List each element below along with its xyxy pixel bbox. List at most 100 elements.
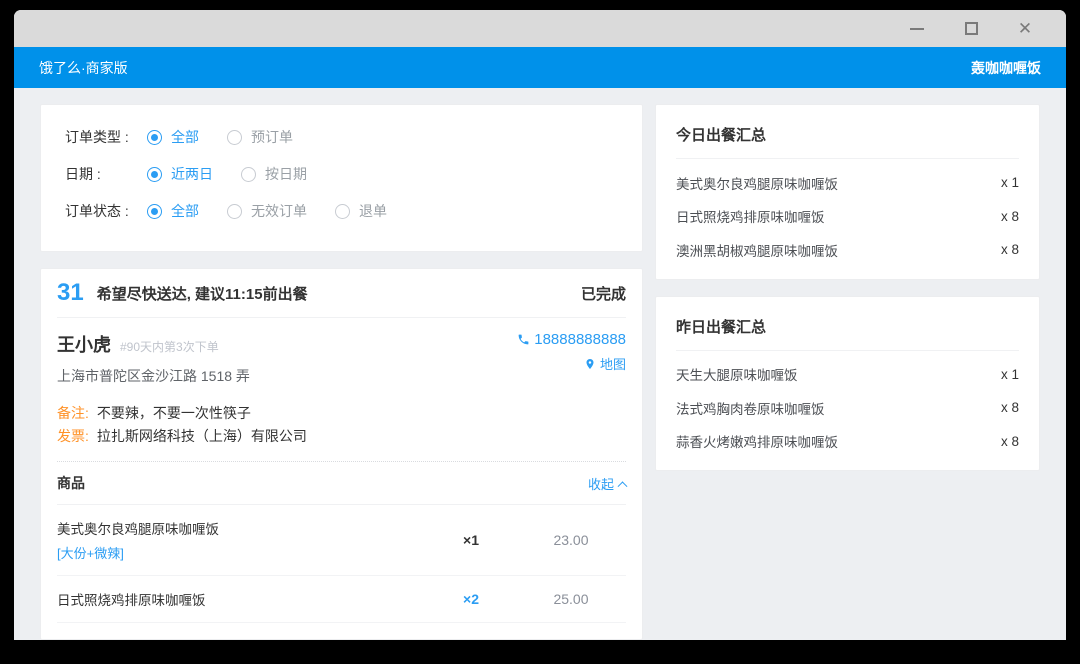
summary-row: 日式照烧鸡排原味咖喱饭 x 8	[676, 193, 1019, 227]
item-quantity: ×1	[426, 532, 516, 548]
map-pin-icon	[584, 358, 596, 370]
yesterday-summary-card: 昨日出餐汇总 天生大腿原味咖喱饭 x 1 法式鸡胸肉卷原味咖喱饭 x 8 蒜香火…	[655, 296, 1040, 472]
summary-dish-qty: x 8	[1001, 209, 1019, 224]
radio-label: 退单	[359, 201, 387, 221]
radio-status-refund[interactable]: 退单	[335, 201, 387, 221]
filter-row-status: 订单状态 : 全部 无效订单 退单	[65, 199, 618, 223]
maximize-icon	[965, 22, 978, 35]
radio-selected-icon	[147, 204, 162, 219]
shop-name[interactable]: 轰咖咖喱饭	[971, 58, 1041, 78]
maximize-button[interactable]	[954, 16, 988, 42]
order-header: 31 希望尽快送达, 建议11:15前出餐 已完成	[57, 269, 626, 318]
summary-dish-qty: x 8	[1001, 242, 1019, 257]
summary-row: 天生大腿原味咖喱饭 x 1	[676, 351, 1019, 385]
summary-title: 今日出餐汇总	[676, 124, 1019, 159]
remark-line: 备注: 不要辣，不要一次性筷子	[57, 402, 626, 425]
summary-dish-qty: x 8	[1001, 400, 1019, 415]
close-button[interactable]: ✕	[1008, 16, 1042, 42]
summary-row: 蒜香火烤嫩鸡排原味咖喱饭 x 8	[676, 418, 1019, 465]
radio-label: 按日期	[265, 164, 307, 184]
radio-status-all[interactable]: 全部	[147, 201, 199, 221]
order-remarks: 备注: 不要辣，不要一次性筷子 发票: 拉扎斯网络科技（上海）有限公司	[57, 402, 626, 448]
filter-label: 日期 :	[65, 164, 147, 184]
order-filter-panel: 订单类型 : 全部 预订单 日期 : 近两日	[40, 104, 643, 252]
app-header: 饿了么·商家版 轰咖咖喱饭	[14, 47, 1066, 88]
radio-label: 预订单	[251, 127, 293, 147]
radio-selected-icon	[147, 130, 162, 145]
radio-label: 全部	[171, 201, 199, 221]
order-item-row: 澳洲黑胡椒鸡腿原味咖喱饭 ×1 23.00	[57, 623, 626, 640]
customer-name: 王小虎	[57, 331, 111, 357]
summary-dish-name: 法式鸡胸肉卷原味咖喱饭	[676, 398, 825, 418]
summary-dish-name: 天生大腿原味咖喱饭	[676, 364, 798, 384]
remark-label: 备注:	[57, 405, 89, 421]
app-title: 饿了么·商家版	[39, 58, 128, 78]
item-quantity: ×2	[426, 591, 516, 607]
filter-label: 订单状态 :	[65, 201, 147, 221]
order-number: 31	[57, 279, 84, 307]
order-item-row: 美式奥尔良鸡腿原味咖喱饭 [大份+微辣] ×1 23.00	[57, 505, 626, 576]
phone-number: 18888888888	[534, 331, 626, 348]
close-icon: ✕	[1018, 20, 1032, 37]
radio-unselected-icon	[227, 130, 242, 145]
item-name: 澳洲黑胡椒鸡腿原味咖喱饭	[57, 636, 426, 640]
item-spec: [大份+微辣]	[57, 543, 426, 562]
item-price: 25.00	[516, 591, 626, 607]
invoice-label: 发票:	[57, 428, 89, 444]
phone-icon	[517, 333, 530, 346]
remark-text: 不要辣，不要一次性筷子	[97, 405, 251, 421]
summary-dish-qty: x 8	[1001, 434, 1019, 449]
summary-dish-qty: x 1	[1001, 175, 1019, 190]
order-delivery-note: 希望尽快送达, 建议11:15前出餐	[97, 283, 581, 304]
radio-selected-icon	[147, 167, 162, 182]
item-price: 23.00	[516, 638, 626, 640]
minimize-icon	[910, 28, 924, 30]
map-label: 地图	[600, 354, 626, 373]
customer-order-count-tag: #90天内第3次下单	[120, 338, 219, 355]
summary-dish-name: 美式奥尔良鸡腿原味咖喱饭	[676, 173, 838, 193]
radio-unselected-icon	[241, 167, 256, 182]
summary-title: 昨日出餐汇总	[676, 316, 1019, 351]
minimize-button[interactable]	[900, 16, 934, 42]
summary-dish-name: 澳洲黑胡椒鸡腿原味咖喱饭	[676, 240, 838, 260]
summary-row: 澳洲黑胡椒鸡腿原味咖喱饭 x 8	[676, 226, 1019, 273]
order-status-badge: 已完成	[581, 283, 626, 304]
item-name: 日式照烧鸡排原味咖喱饭	[57, 589, 426, 609]
radio-status-invalid[interactable]: 无效订单	[227, 201, 307, 221]
radio-date-bydate[interactable]: 按日期	[241, 164, 307, 184]
item-name: 美式奥尔良鸡腿原味咖喱饭	[57, 518, 426, 538]
summary-dish-name: 蒜香火烤嫩鸡排原味咖喱饭	[676, 431, 838, 451]
app-window: ✕ 饿了么·商家版 轰咖咖喱饭 订单类型 : 全部 预订单	[14, 10, 1066, 640]
main-content: 订单类型 : 全部 预订单 日期 : 近两日	[14, 88, 1066, 640]
summary-row: 美式奥尔良鸡腿原味咖喱饭 x 1	[676, 159, 1019, 193]
invoice-text: 拉扎斯网络科技（上海）有限公司	[97, 428, 307, 444]
collapse-label: 收起	[588, 474, 614, 493]
right-column: 今日出餐汇总 美式奥尔良鸡腿原味咖喱饭 x 1 日式照烧鸡排原味咖喱饭 x 8 …	[655, 104, 1040, 640]
item-quantity: ×1	[426, 638, 516, 640]
order-item-row: 日式照烧鸡排原味咖喱饭 ×2 25.00	[57, 576, 626, 623]
radio-date-recent[interactable]: 近两日	[147, 164, 213, 184]
radio-unselected-icon	[227, 204, 242, 219]
radio-order-type-preorder[interactable]: 预订单	[227, 127, 293, 147]
invoice-line: 发票: 拉扎斯网络科技（上海）有限公司	[57, 425, 626, 448]
goods-title: 商品	[57, 473, 85, 493]
radio-label: 近两日	[171, 164, 213, 184]
collapse-toggle[interactable]: 收起	[588, 474, 626, 493]
radio-unselected-icon	[335, 204, 350, 219]
customer-block: 王小虎 #90天内第3次下单 上海市普陀区金沙江路 1518 弄 1888888…	[57, 318, 626, 386]
chevron-up-icon	[618, 481, 628, 491]
summary-dish-qty: x 1	[1001, 367, 1019, 382]
map-link[interactable]: 地图	[517, 354, 626, 373]
order-card: 31 希望尽快送达, 建议11:15前出餐 已完成 王小虎 #90天内第3次下单…	[40, 268, 643, 640]
summary-row: 法式鸡胸肉卷原味咖喱饭 x 8	[676, 384, 1019, 418]
radio-label: 无效订单	[251, 201, 307, 221]
radio-label: 全部	[171, 127, 199, 147]
goods-header: 商品 收起	[57, 462, 626, 505]
summary-dish-name: 日式照烧鸡排原味咖喱饭	[676, 206, 825, 226]
filter-row-order-type: 订单类型 : 全部 预订单	[65, 125, 618, 149]
radio-order-type-all[interactable]: 全部	[147, 127, 199, 147]
item-price: 23.00	[516, 532, 626, 548]
filter-row-date: 日期 : 近两日 按日期	[65, 162, 618, 186]
left-column: 订单类型 : 全部 预订单 日期 : 近两日	[40, 104, 643, 640]
customer-phone-link[interactable]: 18888888888	[517, 331, 626, 348]
